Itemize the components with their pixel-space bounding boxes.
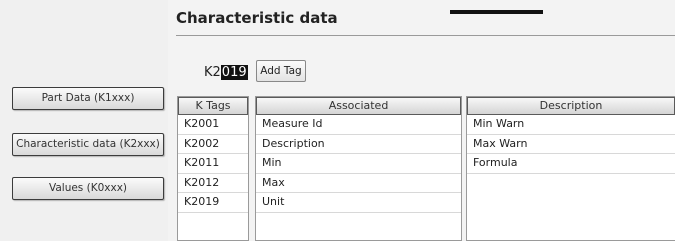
page-title: Characteristic data	[176, 9, 338, 27]
associated-table[interactable]: Associated Measure Id Description Min Ma…	[255, 96, 462, 241]
ktags-row[interactable]: K2012	[178, 174, 248, 193]
associated-header[interactable]: Associated	[256, 97, 461, 115]
ktags-row[interactable]: K2001	[178, 115, 248, 135]
description-row[interactable]: Min Warn	[467, 115, 675, 135]
associated-row[interactable]: Unit	[256, 193, 461, 213]
values-button[interactable]: Values (K0xxx)	[12, 177, 164, 200]
tag-selected-text[interactable]: 019	[220, 64, 248, 80]
title-divider	[176, 35, 675, 36]
tag-entry-field[interactable]: K2 019	[204, 64, 248, 80]
tag-prefix: K2	[204, 64, 221, 80]
associated-row[interactable]: Measure Id	[256, 115, 461, 135]
associated-row[interactable]: Description	[256, 135, 461, 154]
ktags-table[interactable]: K Tags K2001 K2002 K2011 K2012 K2019	[177, 96, 249, 241]
ktags-header[interactable]: K Tags	[178, 97, 248, 115]
associated-row[interactable]: Max	[256, 174, 461, 193]
characteristic-data-button[interactable]: Characteristic data (K2xxx)	[12, 133, 164, 156]
sidebar: Part Data (K1xxx) Characteristic data (K…	[0, 0, 168, 241]
description-row[interactable]: Formula	[467, 154, 675, 174]
ktags-row[interactable]: K2002	[178, 135, 248, 154]
ktags-row[interactable]: K2011	[178, 154, 248, 174]
part-data-button[interactable]: Part Data (K1xxx)	[12, 87, 164, 110]
description-header[interactable]: Description	[467, 97, 675, 115]
description-row[interactable]: Max Warn	[467, 135, 675, 154]
ktags-row[interactable]: K2019	[178, 193, 248, 213]
add-tag-button[interactable]: Add Tag	[256, 60, 306, 82]
title-decoration	[450, 10, 543, 14]
description-table[interactable]: Description Min Warn Max Warn Formula	[466, 96, 675, 241]
associated-row[interactable]: Min	[256, 154, 461, 174]
main-panel: Characteristic data K2 019 Add Tag K Tag…	[168, 0, 675, 241]
